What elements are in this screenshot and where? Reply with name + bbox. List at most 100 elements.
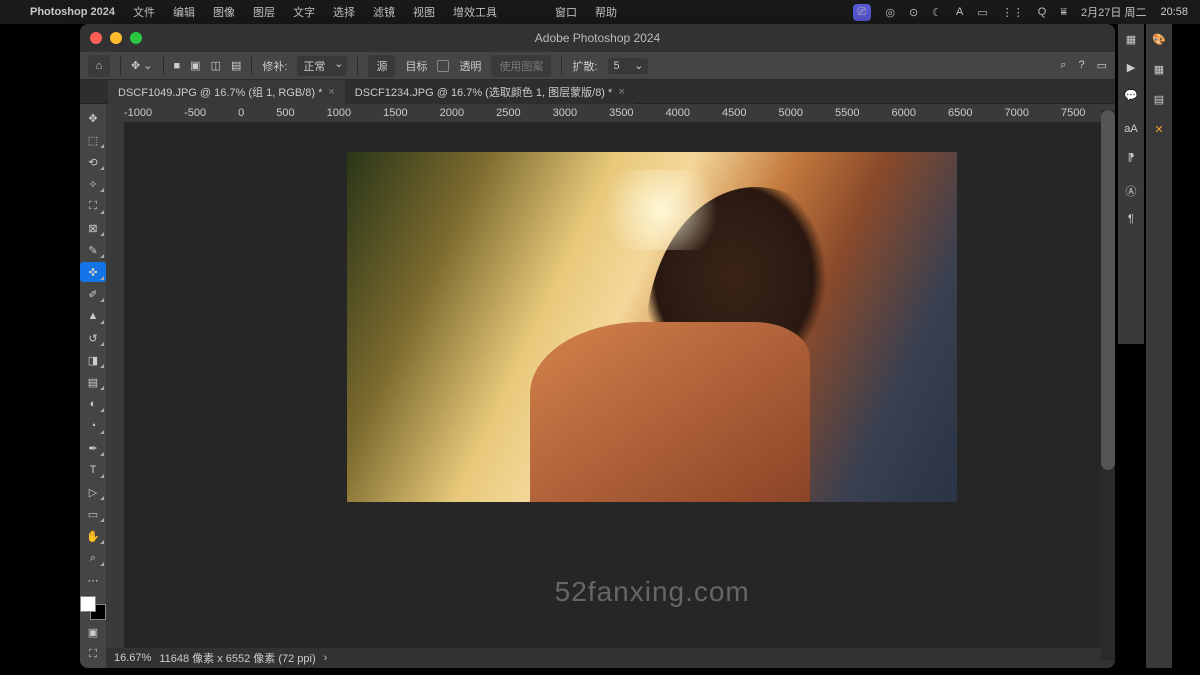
collapsed-dock-left: ▦ ▶ 💬 aA ⁋ Ⓐ ¶ [1118, 24, 1144, 344]
battery-icon[interactable]: ▭ [977, 6, 987, 19]
patch-mode-icon2[interactable]: ▣ [190, 59, 200, 72]
shape-tool[interactable]: ▭ [80, 504, 106, 524]
edit-toolbar[interactable]: ⋯ [80, 570, 106, 590]
text-tool[interactable]: T [80, 460, 106, 480]
menu-file[interactable]: 文件 [133, 4, 155, 20]
dock-para-icon[interactable]: ⁋ [1122, 148, 1140, 166]
menubar-date[interactable]: 2月27日 周二 [1081, 4, 1146, 20]
screenmode-toggle[interactable]: ⛶ [80, 644, 106, 664]
window-titlebar: Adobe Photoshop 2024 [80, 24, 1115, 52]
patch-mode-icon3[interactable]: ◫ [211, 59, 221, 72]
wand-tool[interactable]: ✧ [80, 174, 106, 194]
marquee-tool[interactable]: ⬚ [80, 130, 106, 150]
cc-icon[interactable]: ◎ [885, 6, 895, 19]
collapsed-dock-right: 🎨 ▦ ▤ ✕ [1146, 24, 1172, 668]
panel-scrollbar[interactable] [1101, 110, 1115, 660]
menu-image[interactable]: 图像 [213, 4, 235, 20]
eyedropper-tool[interactable]: ✎ [80, 240, 106, 260]
move-tool[interactable]: ✥ [80, 108, 106, 128]
source-button[interactable]: 源 [368, 55, 395, 77]
document-tabs: DSCF1049.JPG @ 16.7% (组 1, RGB/8) * × DS… [80, 80, 1115, 104]
home-button[interactable]: ⌂ [88, 55, 110, 77]
canvas-viewport[interactable]: 52fanxing.com [106, 122, 1115, 648]
hand-tool[interactable]: ✋ [80, 526, 106, 546]
lasso-tool[interactable]: ⟲ [80, 152, 106, 172]
search-icon[interactable]: ⌕ [1060, 59, 1066, 72]
pen-tool[interactable]: ✒ [80, 438, 106, 458]
patch-mode-icon1[interactable]: ■ [174, 60, 181, 72]
zoom-level[interactable]: 16.67% [114, 652, 151, 664]
patch-tool[interactable]: ✜ [80, 262, 106, 282]
diffusion-input[interactable]: 5 [608, 58, 648, 74]
screenrec-icon[interactable]: ⎚ [853, 4, 872, 21]
frame-tool[interactable]: ⊠ [80, 218, 106, 238]
horizontal-ruler: -1000-5000500100015002000250030003500400… [106, 104, 1115, 122]
menu-edit[interactable]: 编辑 [173, 4, 195, 20]
diffusion-label: 扩散: [572, 58, 597, 74]
rec-icon[interactable]: ⊙ [909, 6, 918, 19]
watermark-text: 52fanxing.com [555, 576, 750, 608]
dock-swatches-icon[interactable]: ▦ [1150, 60, 1168, 78]
sound-icon[interactable]: Q [1038, 6, 1047, 18]
workspace: ✥ ⬚ ⟲ ✧ ⛶ ⊠ ✎ ✜ ✐ ▲ ↺ ◨ ▤ ◐ ◔ ✒ T ▷ ▭ ✋ … [80, 104, 1115, 668]
gradient-tool[interactable]: ▤ [80, 372, 106, 392]
menu-filter[interactable]: 滤镜 [373, 4, 395, 20]
path-tool[interactable]: ▷ [80, 482, 106, 502]
menu-select[interactable]: 选择 [333, 4, 355, 20]
menu-window[interactable]: 窗口 [555, 4, 577, 20]
blur-tool[interactable]: ◐ [80, 394, 106, 414]
menu-layer[interactable]: 图层 [253, 4, 275, 20]
menubar-time[interactable]: 20:58 [1160, 6, 1188, 18]
dock-history-icon[interactable]: ▦ [1122, 30, 1140, 48]
options-bar: ⌂ ✥ ⌄ ■ ▣ ◫ ▤ 修补: 正常 源 目标 透明 使用图案 扩散: 5 … [80, 52, 1115, 80]
moon-icon[interactable]: ☾ [932, 6, 942, 19]
eraser-tool[interactable]: ◨ [80, 350, 106, 370]
tab1-title: DSCF1049.JPG @ 16.7% (组 1, RGB/8) * [118, 84, 322, 100]
document-info[interactable]: 11648 像素 x 6552 像素 (72 ppi) [159, 650, 315, 666]
menu-type[interactable]: 文字 [293, 4, 315, 20]
dock-actions-icon[interactable]: ▶ [1122, 58, 1140, 76]
window-maximize-button[interactable] [130, 32, 142, 44]
document-canvas[interactable] [347, 152, 957, 502]
window-close-button[interactable] [90, 32, 102, 44]
quickmask-toggle[interactable]: ▣ [80, 622, 106, 642]
help-icon[interactable]: ? [1078, 59, 1084, 72]
window-minimize-button[interactable] [110, 32, 122, 44]
control-center-icon[interactable]: ⩸ [1060, 6, 1067, 19]
tab2-close-icon[interactable]: × [618, 86, 624, 98]
workspace-icon[interactable]: ▭ [1097, 59, 1107, 72]
window-title: Adobe Photoshop 2024 [535, 31, 660, 45]
transparent-checkbox[interactable] [437, 60, 449, 72]
brush-tool[interactable]: ✐ [80, 284, 106, 304]
menu-plugins[interactable]: 增效工具 [453, 4, 497, 20]
app-name[interactable]: Photoshop 2024 [30, 6, 115, 18]
patch-mode-icon4[interactable]: ▤ [231, 59, 241, 72]
destination-button[interactable]: 目标 [405, 58, 427, 74]
history-brush-tool[interactable]: ↺ [80, 328, 106, 348]
stamp-tool[interactable]: ▲ [80, 306, 106, 326]
dock-glyph-icon[interactable]: Ⓐ [1122, 182, 1140, 200]
status-chevron-icon[interactable]: › [324, 652, 328, 664]
tab1-close-icon[interactable]: × [328, 86, 334, 98]
menu-view[interactable]: 视图 [413, 4, 435, 20]
document-tab-1[interactable]: DSCF1049.JPG @ 16.7% (组 1, RGB/8) * × [108, 80, 345, 104]
wifi-icon[interactable]: ⋮⋮ [1002, 6, 1024, 19]
image-highlight [591, 170, 731, 250]
canvas-area: -1000-5000500100015002000250030003500400… [106, 104, 1115, 668]
photoshop-window: Adobe Photoshop 2024 ⌂ ✥ ⌄ ■ ▣ ◫ ▤ 修补: 正… [80, 24, 1115, 668]
crop-tool[interactable]: ⛶ [80, 196, 106, 216]
color-swatches[interactable] [80, 596, 106, 620]
input-a-icon[interactable]: A [956, 6, 963, 18]
menu-help[interactable]: 帮助 [595, 4, 617, 20]
dock-gradients-icon[interactable]: ▤ [1150, 90, 1168, 108]
zoom-tool[interactable]: ⌕ [80, 548, 106, 568]
dodge-tool[interactable]: ◔ [80, 416, 106, 436]
dock-color-icon[interactable]: 🎨 [1150, 30, 1168, 48]
document-tab-2[interactable]: DSCF1234.JPG @ 16.7% (选取颜色 1, 图层蒙版/8) * … [345, 80, 635, 104]
patch-mode-select[interactable]: 正常 [297, 56, 347, 76]
dock-patterns-icon[interactable]: ✕ [1150, 120, 1168, 138]
tool-preset-icon[interactable]: ✥ ⌄ [131, 59, 153, 72]
dock-chat-icon[interactable]: 💬 [1122, 86, 1140, 104]
dock-type-icon[interactable]: aA [1122, 120, 1140, 138]
dock-para2-icon[interactable]: ¶ [1122, 210, 1140, 228]
